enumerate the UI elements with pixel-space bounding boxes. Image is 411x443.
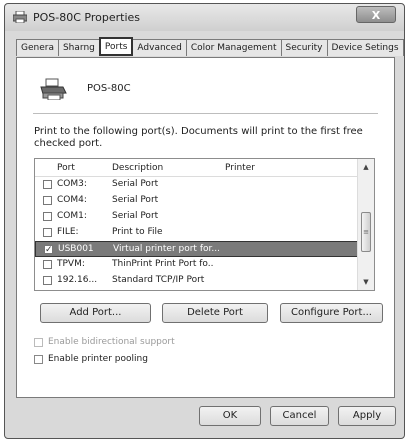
port-row[interactable]: COM4: Serial Port [35, 193, 359, 209]
port-checkbox[interactable]: ✓ [44, 245, 53, 255]
tab-security[interactable]: Security [280, 39, 328, 56]
close-button[interactable]: X [356, 6, 396, 23]
port-description: Serial Port [112, 179, 159, 189]
port-row[interactable]: COM1: Serial Port [35, 209, 359, 225]
port-row[interactable]: TPVM: ThinPrint Print Port fo.. [35, 257, 359, 273]
tab-ports[interactable]: Ports [98, 37, 134, 56]
tab-bar: Genera Sharng Ports Advanced Color Manag… [16, 37, 404, 57]
apply-button[interactable]: Apply [338, 406, 396, 426]
port-checkbox[interactable] [43, 228, 52, 237]
port-description: Serial Port [112, 195, 159, 205]
printer-icon [39, 78, 67, 101]
port-description: Virtual printer port for... [113, 244, 220, 254]
port-name: COM4: [57, 195, 87, 205]
scroll-down-icon[interactable]: ▼ [358, 274, 374, 290]
bidirectional-label: Enable bidirectional support [48, 337, 175, 347]
port-row[interactable]: COM3: Serial Port [35, 177, 359, 193]
port-name: 192.16... [57, 275, 98, 285]
column-header-printer[interactable]: Printer [225, 163, 255, 173]
port-description: ThinPrint Print Port fo.. [112, 259, 214, 269]
port-checkbox[interactable] [43, 196, 52, 205]
port-name: COM1: [57, 211, 87, 221]
configure-port-button[interactable]: Configure Port... [280, 303, 383, 323]
port-row[interactable]: 192.16... Standard TCP/IP Port [35, 273, 359, 289]
port-list-scrollbar[interactable]: ▲ ≡ ▼ [357, 159, 374, 290]
port-description: Print to File [112, 227, 163, 237]
column-header-description[interactable]: Description [112, 163, 163, 173]
printer-name: POS-80C [87, 83, 131, 94]
port-name: FILE: [57, 227, 79, 237]
ok-button[interactable]: OK [199, 406, 261, 426]
add-port-button[interactable]: Add Port... [40, 303, 151, 323]
port-checkbox[interactable] [43, 260, 52, 269]
bidirectional-checkbox [34, 338, 43, 347]
column-header-port[interactable]: Port [57, 163, 75, 173]
instructions-text: Print to the following port(s). Document… [34, 126, 363, 149]
printer-properties-dialog: POS-80C Properties X Genera Sharng Ports… [4, 3, 405, 439]
list-header: Port Description Printer [35, 159, 359, 177]
port-row-selected[interactable]: ✓ USB001 Virtual printer port for... [35, 241, 359, 257]
port-description: Serial Port [112, 211, 159, 221]
cancel-button[interactable]: Cancel [270, 406, 329, 426]
port-description: Standard TCP/IP Port [112, 275, 205, 285]
tab-sharing[interactable]: Sharng [57, 39, 100, 56]
port-checkbox[interactable] [43, 212, 52, 221]
port-name: COM3: [57, 179, 87, 189]
tab-general[interactable]: Genera [16, 39, 59, 56]
port-checkbox[interactable] [43, 276, 52, 285]
tab-advanced[interactable]: Advanced [132, 39, 187, 56]
port-checkbox[interactable] [43, 180, 52, 189]
divider [33, 113, 378, 114]
port-name: TPVM: [57, 259, 85, 269]
port-row[interactable]: FILE: Print to File [35, 225, 359, 241]
port-list[interactable]: Port Description Printer COM3: Serial Po… [34, 158, 375, 291]
scroll-up-icon[interactable]: ▲ [358, 159, 374, 175]
tab-device-settings[interactable]: Device Setings [326, 39, 404, 56]
scroll-thumb[interactable]: ≡ [361, 212, 371, 252]
delete-port-button[interactable]: Delete Port [162, 303, 268, 323]
tab-color-management[interactable]: Color Management [185, 39, 282, 56]
printer-icon [12, 10, 28, 24]
window-title: POS-80C Properties [33, 11, 141, 24]
printer-pooling-checkbox[interactable] [34, 355, 43, 364]
title-bar: POS-80C Properties X [5, 4, 404, 31]
ports-panel: POS-80C Print to the following port(s). … [16, 57, 395, 398]
port-name: USB001 [58, 244, 94, 254]
printer-pooling-label[interactable]: Enable printer pooling [48, 354, 148, 364]
